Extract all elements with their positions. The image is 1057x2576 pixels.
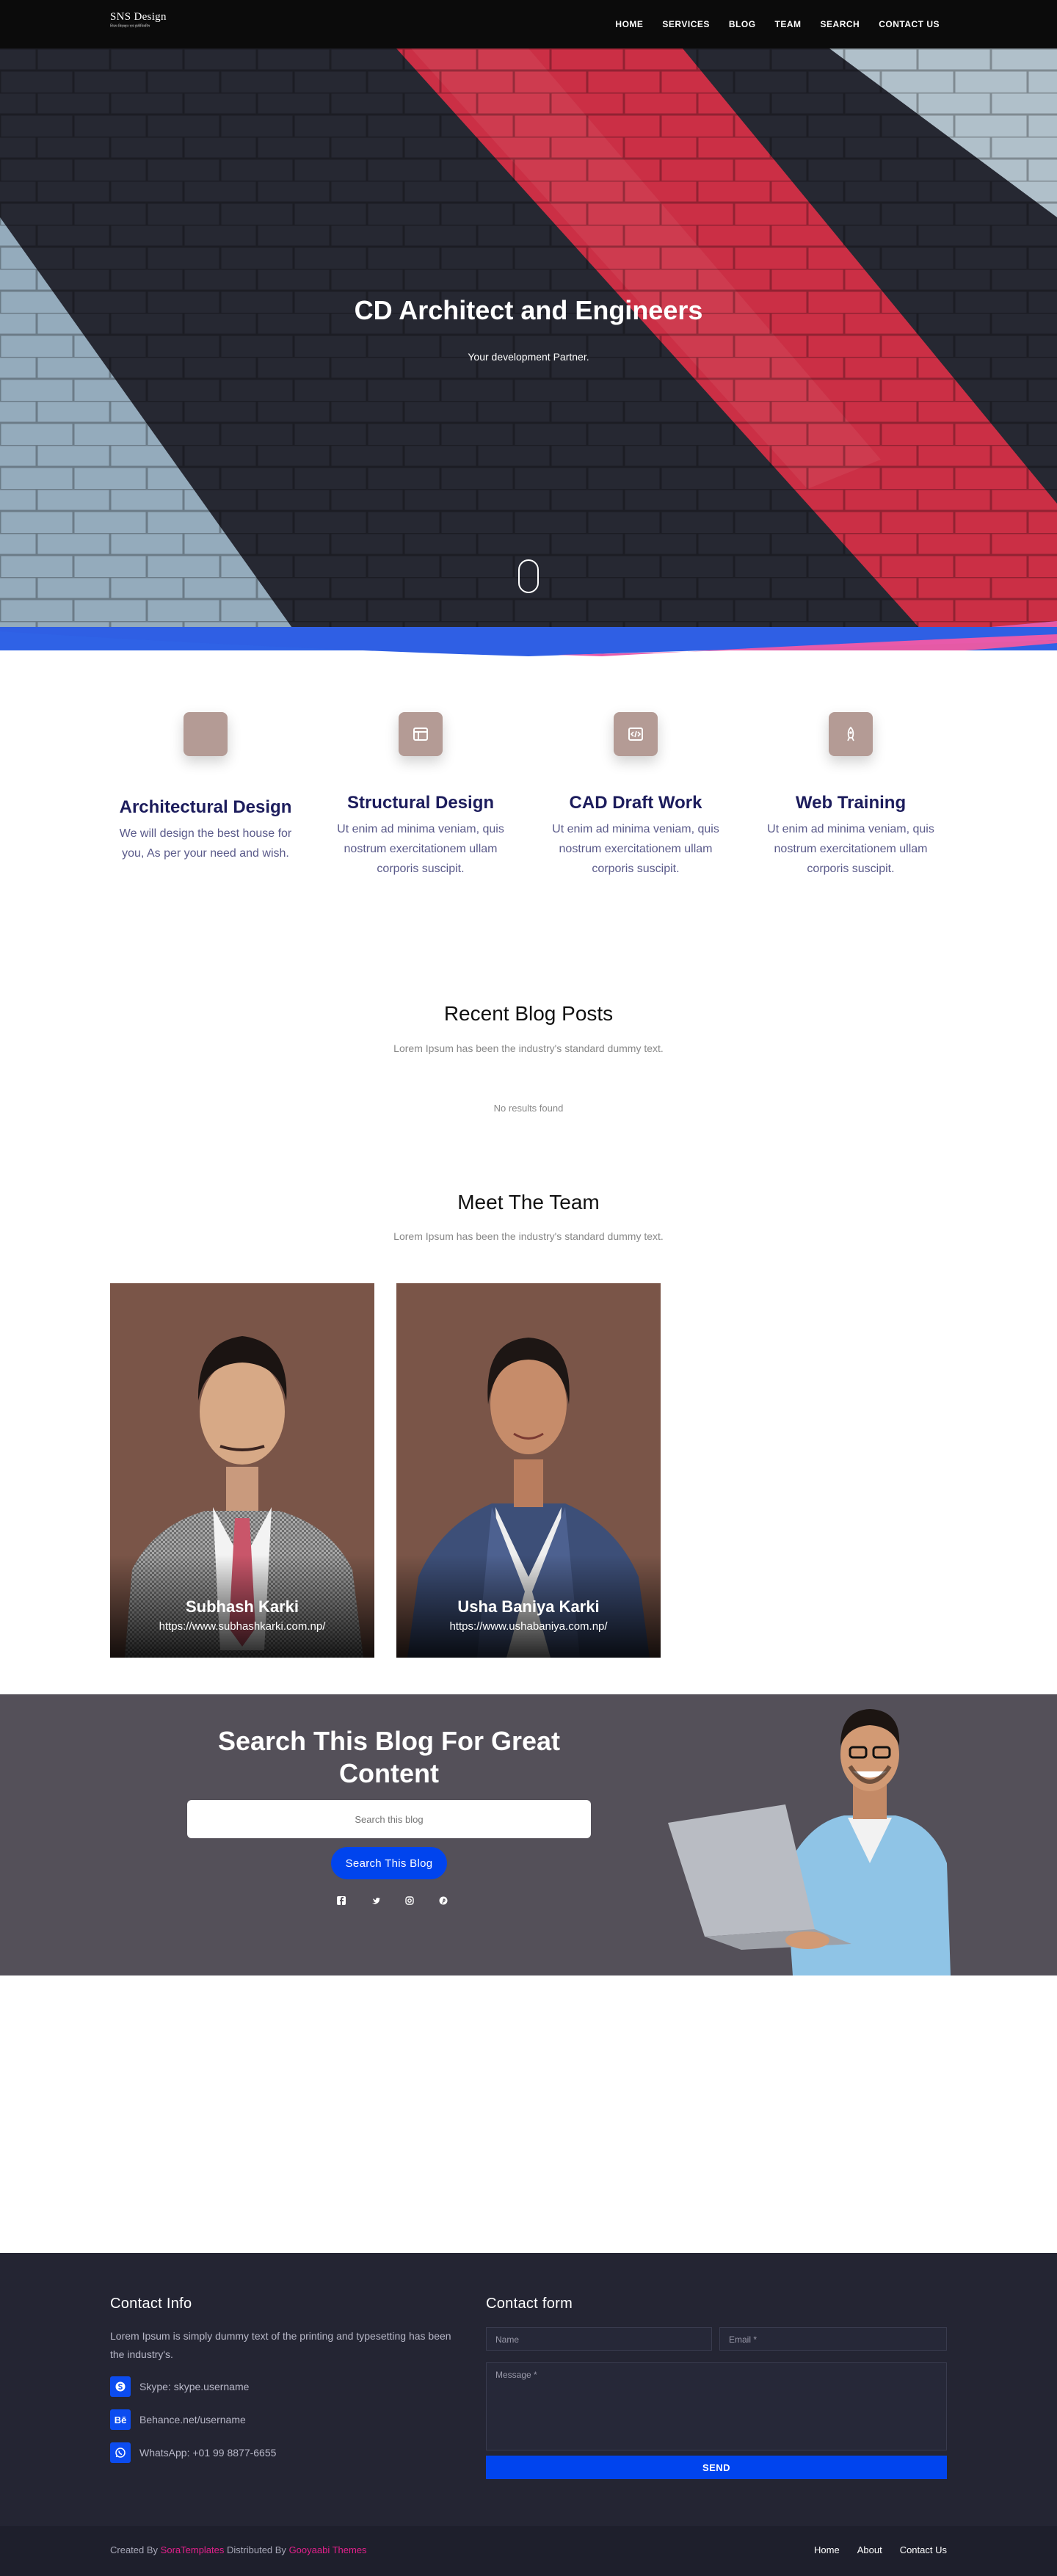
service-title: CAD Draft Work xyxy=(569,793,702,813)
blog-section-title: Recent Blog Posts xyxy=(443,1002,614,1025)
email-field[interactable]: Email * xyxy=(719,2327,947,2351)
rocket-icon xyxy=(829,712,873,756)
search-section: Search This Blog For Great Content Searc… xyxy=(0,1694,1057,1975)
main-nav: HOME SERVICES BLOG TEAM SEARCH CONTACT U… xyxy=(615,0,940,48)
contact-info-text: Lorem Ipsum is simply dummy text of the … xyxy=(110,2330,451,2360)
nav-services[interactable]: SERVICES xyxy=(662,19,709,29)
instagram-icon[interactable] xyxy=(402,1894,418,1910)
service-title: Structural Design xyxy=(346,793,495,813)
blog-empty-message: No results found xyxy=(493,1103,564,1114)
message-field[interactable]: Message * xyxy=(486,2362,947,2450)
service-structural-design: Structural Design Ut enim ad minima veni… xyxy=(325,712,516,879)
nav-search[interactable]: SEARCH xyxy=(821,19,860,29)
scroll-down-icon[interactable] xyxy=(518,559,539,593)
copyright-bar: Created By SoraTemplates Distributed By … xyxy=(0,2526,1057,2576)
contact-info-title: Contact Info xyxy=(110,2296,192,2312)
service-title: Architectural Design xyxy=(119,797,292,817)
member-name: Usha Baniya Karki xyxy=(457,1597,600,1616)
man-with-laptop-image xyxy=(668,1709,951,1975)
code-icon xyxy=(614,712,658,756)
behance-label: Behance.net/username xyxy=(139,2414,246,2426)
footer: Contact Info Lorem Ipsum is simply dummy… xyxy=(0,2253,1057,2526)
whatsapp-contact[interactable]: WhatsApp: +01 99 8877-6655 xyxy=(110,2442,276,2463)
service-cad-draft-work: CAD Draft Work Ut enim ad minima veniam,… xyxy=(540,712,731,879)
skype-contact[interactable]: Skype: skype.username xyxy=(110,2376,249,2397)
service-desc: Ut enim ad minima veniam, quis nostrum e… xyxy=(767,823,934,875)
member-name: Subhash Karki xyxy=(185,1597,299,1616)
service-web-training: Web Training Ut enim ad minima veniam, q… xyxy=(755,712,946,879)
footer-link-contact-us[interactable]: Contact Us xyxy=(900,2544,947,2555)
hero-wave-divider xyxy=(0,627,1057,656)
send-button[interactable]: SEND xyxy=(486,2456,947,2479)
copyright-text: Created By SoraTemplates Distributed By … xyxy=(110,2544,367,2555)
distributed-by-label: Distributed By xyxy=(227,2544,286,2555)
hero-subtitle: Your development Partner. xyxy=(468,351,589,363)
created-by-label: Created By xyxy=(110,2544,159,2555)
twitter-icon[interactable] xyxy=(368,1894,384,1910)
footer-links: Home About Contact Us xyxy=(814,2544,947,2555)
nav-contact-us[interactable]: CONTACT US xyxy=(879,19,940,29)
whatsapp-icon xyxy=(110,2442,131,2463)
nav-team[interactable]: TEAM xyxy=(775,19,802,29)
site-logo[interactable]: SNS Design शिल्प डिज़ाइन एवं इंजीनियरिंग xyxy=(110,10,169,38)
skype-icon xyxy=(110,2376,131,2397)
nav-blog[interactable]: BLOG xyxy=(729,19,756,29)
whatsapp-label: WhatsApp: +01 99 8877-6655 xyxy=(139,2447,277,2459)
blog-search-input[interactable] xyxy=(187,1800,591,1838)
facebook-icon[interactable] xyxy=(333,1894,349,1910)
service-architectural-design: Architectural Design We will design the … xyxy=(110,712,301,863)
search-blog-button[interactable]: Search This Blog xyxy=(331,1847,447,1879)
top-navbar: SNS Design शिल्प डिज़ाइन एवं इंजीनियरिंग… xyxy=(0,0,1057,48)
service-desc: We will design the best house for you, A… xyxy=(119,827,292,860)
member-url[interactable]: https://www.subhashkarki.com.np/ xyxy=(110,1620,374,1633)
name-field[interactable]: Name xyxy=(486,2327,712,2351)
hero-banner: CD Architect and Engineers Your developm… xyxy=(0,48,1057,650)
soratemplates-link[interactable]: SoraTemplates xyxy=(161,2544,225,2555)
skype-label: Skype: skype.username xyxy=(139,2381,250,2392)
service-desc: Ut enim ad minima veniam, quis nostrum e… xyxy=(552,823,719,875)
team-card-subhash[interactable]: Subhash Karki https://www.subhashkarki.c… xyxy=(110,1283,374,1658)
nav-home[interactable]: HOME xyxy=(615,19,643,29)
contact-form-title: Contact form xyxy=(486,2296,573,2312)
team-card-usha[interactable]: Usha Baniya Karki https://www.ushabaniya… xyxy=(396,1283,661,1658)
team-section-title: Meet The Team xyxy=(457,1191,600,1213)
footer-link-home[interactable]: Home xyxy=(814,2544,840,2555)
behance-icon: Bē xyxy=(110,2409,131,2430)
pinterest-icon[interactable] xyxy=(435,1894,451,1910)
logo-tagline: शिल्प डिज़ाइन एवं इंजीनियरिंग xyxy=(110,24,150,29)
blog-section-subtitle: Lorem Ipsum has been the industry's stan… xyxy=(393,1042,664,1054)
layout-icon xyxy=(399,712,443,756)
service-desc: Ut enim ad minima veniam, quis nostrum e… xyxy=(337,823,504,875)
search-section-title: Search This Blog For Great Content xyxy=(217,1726,561,1788)
footer-link-about[interactable]: About xyxy=(857,2544,882,2555)
team-section-subtitle: Lorem Ipsum has been the industry's stan… xyxy=(393,1230,664,1242)
behance-contact[interactable]: Bē Behance.net/username xyxy=(110,2409,246,2430)
hero-title: CD Architect and Engineers xyxy=(354,295,703,325)
member-url[interactable]: https://www.ushabaniya.com.np/ xyxy=(396,1620,661,1633)
service-title: Web Training xyxy=(795,793,907,813)
home-icon xyxy=(184,712,228,756)
logo-title: SNS Design xyxy=(110,11,167,23)
gooyaabi-link[interactable]: Gooyaabi Themes xyxy=(289,2544,367,2555)
